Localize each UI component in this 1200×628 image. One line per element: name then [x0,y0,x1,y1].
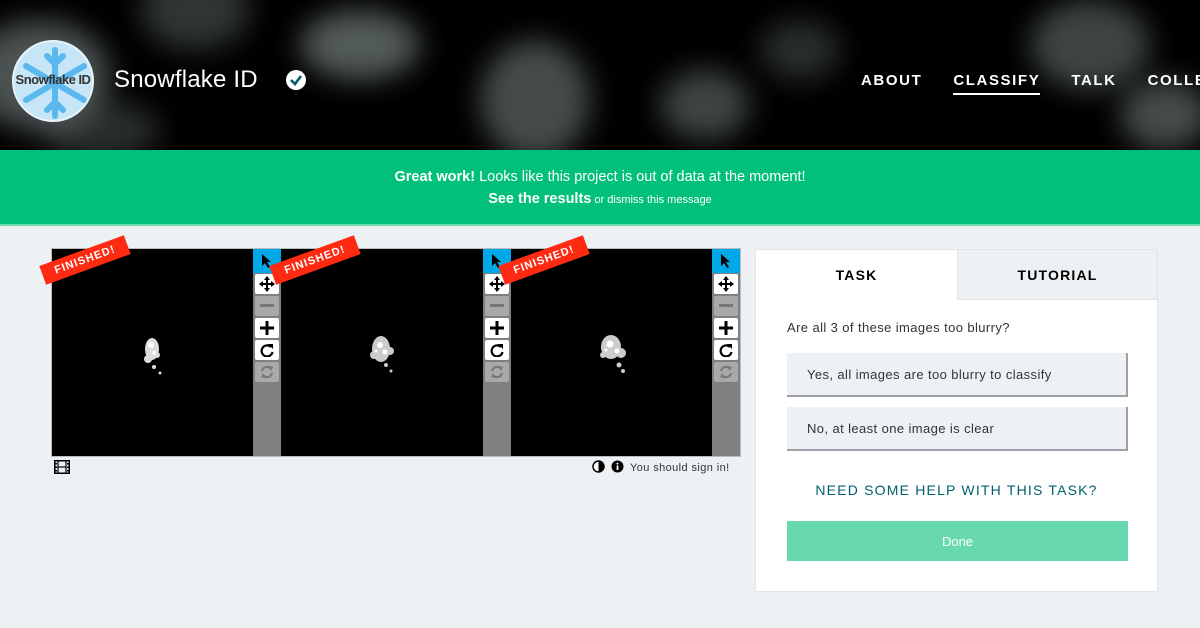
subject-viewer [51,248,741,457]
snowflake-image [370,336,394,373]
reset-icon [261,365,273,379]
nav-classify[interactable]: CLASSIFY [953,72,1041,95]
zoom-out-icon [260,304,274,307]
film-icon [54,460,70,474]
viewer-toolbar-3 [712,249,740,456]
move-icon [718,276,734,292]
task-help-link[interactable]: NEED SOME HELP WITH THIS TASK? [756,482,1157,498]
move-tool[interactable] [714,274,738,294]
invert-toggle[interactable] [592,460,605,476]
zoom-out-button[interactable] [255,296,279,316]
project-header: Snowflake ID Snowflake ID ABOUT CLASSIFY… [0,0,1200,150]
zoom-in-icon [260,321,274,335]
dismiss-link[interactable]: dismiss this message [607,194,712,206]
task-question: Are all 3 of these images too blurry? [787,320,1010,335]
rotate-icon [719,344,733,357]
banner-strong: Great work! [394,169,476,185]
out-of-data-banner: Great work! Looks like this project is o… [0,150,1200,226]
pointer-icon [721,254,730,268]
banner-text: Looks like this project is out of data a… [475,169,806,185]
reset-button[interactable] [714,362,738,382]
subject-frame-3 [511,249,740,456]
rotate-button[interactable] [714,340,738,360]
zoom-in-button[interactable] [485,318,509,338]
reset-icon [491,365,503,379]
subject-image-1[interactable] [52,249,253,456]
metadata-button[interactable] [611,460,624,476]
reset-icon [720,365,732,379]
banner-message: Great work! Looks like this project is o… [0,169,1200,185]
rotate-icon [260,344,274,357]
subject-frame-2 [282,249,511,456]
flipbook-toggle[interactable] [54,460,70,479]
info-icon [611,460,624,473]
zoom-out-button[interactable] [714,296,738,316]
subject-image-3[interactable] [511,249,712,456]
done-button[interactable]: Done [787,521,1128,561]
snowflake-image [600,335,626,373]
answer-no-button[interactable]: No, at least one image is clear [787,407,1128,451]
zoom-in-button[interactable] [255,318,279,338]
zoom-in-icon [490,321,504,335]
zoom-out-button[interactable] [485,296,509,316]
answer-yes-button[interactable]: Yes, all images are too blurry to classi… [787,353,1128,397]
snowflake-image [144,338,162,375]
rotate-button[interactable] [255,340,279,360]
project-logo[interactable]: Snowflake ID [12,40,94,122]
nav-talk[interactable]: TALK [1071,72,1116,95]
pointer-tool[interactable] [712,249,740,273]
rotate-button[interactable] [485,340,509,360]
task-panel: TASK TUTORIAL Are all 3 of these images … [755,249,1158,592]
contrast-icon [592,460,605,473]
tab-tutorial[interactable]: TUTORIAL [957,250,1157,300]
zoom-in-button[interactable] [714,318,738,338]
zoom-out-icon [490,304,504,307]
logo-text: Snowflake ID [15,72,91,87]
task-tabs: TASK TUTORIAL [756,250,1157,300]
zoom-in-icon [719,321,733,335]
zoom-out-icon [719,304,733,307]
sign-in-notice: You should sign in! [630,462,730,474]
see-results-link[interactable]: See the results [488,191,591,207]
reset-button[interactable] [485,362,509,382]
banner-or: or [591,194,608,206]
viewer-footer: You should sign in! [592,460,730,476]
project-title[interactable]: Snowflake ID [114,66,258,94]
reset-button[interactable] [255,362,279,382]
verified-badge-icon [286,70,306,90]
nav-about[interactable]: ABOUT [861,72,922,95]
tab-task[interactable]: TASK [756,250,957,300]
subject-image-2[interactable] [282,249,483,456]
banner-links: See the results or dismiss this message [0,191,1200,207]
subject-frame-1 [52,249,281,456]
nav-collect[interactable]: COLLECT [1148,72,1200,95]
project-nav: ABOUT CLASSIFY TALK COLLECT [861,72,1200,95]
rotate-icon [490,344,504,357]
move-icon [259,276,275,292]
